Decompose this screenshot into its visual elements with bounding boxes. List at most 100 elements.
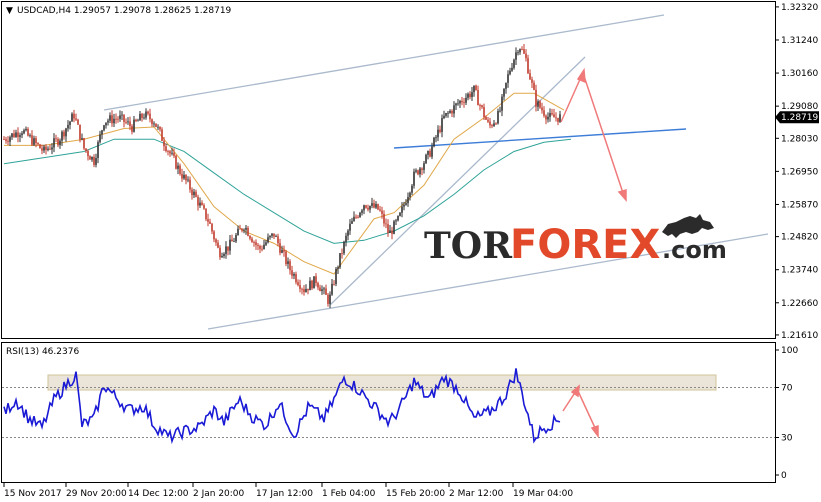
x-tick-label: 1 Feb 04:00 xyxy=(322,489,376,499)
candle-body xyxy=(479,105,481,107)
current-price-label: 1.28719 xyxy=(781,113,818,123)
candle-body xyxy=(153,123,155,125)
candle-body xyxy=(305,288,307,293)
candle-body xyxy=(135,119,137,121)
candle-body xyxy=(31,135,33,145)
rsi-tick-label: 100 xyxy=(781,346,798,356)
candle-body xyxy=(181,173,183,179)
candle-body xyxy=(157,126,159,128)
candle-body xyxy=(109,115,111,121)
candle-body xyxy=(493,123,495,127)
candle-body xyxy=(245,227,247,230)
candle-body xyxy=(539,101,541,108)
candle-body xyxy=(311,280,313,289)
candle-body xyxy=(177,165,179,169)
candle-body xyxy=(265,242,267,245)
candle-body xyxy=(105,122,107,126)
candle-body xyxy=(409,192,411,198)
candle-body xyxy=(411,185,413,193)
candle-body xyxy=(343,241,345,254)
candle-body xyxy=(141,113,143,118)
candle-body xyxy=(221,256,223,258)
triangle-down-icon[interactable]: ▼ xyxy=(6,6,13,16)
candle-body xyxy=(391,230,393,234)
x-tick-label: 2 Mar 12:00 xyxy=(449,489,504,499)
candle-body xyxy=(139,113,141,121)
candle-body xyxy=(489,121,491,126)
candle-body xyxy=(341,253,343,254)
candle-body xyxy=(201,202,203,206)
logo-forex-text: FOREX xyxy=(510,222,660,268)
candle-body xyxy=(215,239,217,243)
candle-body xyxy=(289,261,291,271)
candle-body xyxy=(313,276,315,289)
rsi-tick-label: 70 xyxy=(781,384,793,394)
candle-body xyxy=(545,115,547,120)
candle-body xyxy=(451,110,453,114)
candle-body xyxy=(559,114,561,122)
candle-body xyxy=(223,253,225,257)
candle-body xyxy=(103,125,105,131)
candle-body xyxy=(11,133,13,138)
candle-body xyxy=(79,124,81,140)
candle-body xyxy=(77,119,79,125)
y-tick-label: 1.30160 xyxy=(781,69,818,79)
candle-body xyxy=(237,228,239,236)
candle-body xyxy=(551,113,553,115)
candle-body xyxy=(387,224,389,233)
candle-body xyxy=(61,131,63,141)
candle-body xyxy=(511,67,513,71)
candle-body xyxy=(5,139,7,141)
candle-body xyxy=(251,238,253,243)
candle-body xyxy=(83,138,85,149)
candle-body xyxy=(401,206,403,213)
candle-body xyxy=(379,209,381,211)
candle-body xyxy=(51,147,53,150)
candle-body xyxy=(241,228,243,231)
y-tick-label: 1.29080 xyxy=(781,102,818,112)
candle-body xyxy=(35,138,37,144)
candle-body xyxy=(291,270,293,276)
candle-body xyxy=(347,230,349,236)
rsi-y-axis: 100 70 30 0 xyxy=(775,346,798,481)
candle-body xyxy=(125,121,127,123)
candle-body xyxy=(129,121,131,127)
candle-body xyxy=(497,111,499,124)
candle-body xyxy=(253,242,255,243)
candle-body xyxy=(85,148,87,151)
candle-body xyxy=(353,216,355,222)
candle-body xyxy=(143,117,145,119)
candle-body xyxy=(239,228,241,230)
candle-body xyxy=(183,174,185,179)
candle-body xyxy=(55,138,57,140)
candle-body xyxy=(277,236,279,244)
candle-body xyxy=(521,49,523,50)
candle-body xyxy=(505,82,507,89)
candle-body xyxy=(555,117,557,119)
candle-body xyxy=(111,115,113,124)
candle-body xyxy=(39,144,41,149)
candle-body xyxy=(403,204,405,207)
candle-body xyxy=(91,156,93,160)
candle-body xyxy=(273,233,275,237)
candle-body xyxy=(317,283,319,288)
candle-body xyxy=(127,121,129,123)
candle-body xyxy=(541,107,543,111)
candle-body xyxy=(299,285,301,289)
candle-body xyxy=(485,116,487,120)
x-tick-label: 2 Jan 20:00 xyxy=(193,489,245,499)
y-tick-label: 1.26950 xyxy=(781,167,818,177)
candle-body xyxy=(73,113,75,119)
candle-body xyxy=(463,102,465,104)
candle-body xyxy=(491,125,493,127)
candle-body xyxy=(233,241,235,243)
x-tick-label: 15 Nov 2017 xyxy=(4,489,62,499)
candle-body xyxy=(57,139,59,146)
candle-body xyxy=(275,236,277,238)
y-tick-label: 1.24820 xyxy=(781,233,818,243)
candle-body xyxy=(15,132,17,137)
candle-body xyxy=(235,235,237,242)
candle-body xyxy=(359,212,361,218)
candle-body xyxy=(425,154,427,164)
candle-body xyxy=(255,242,257,246)
